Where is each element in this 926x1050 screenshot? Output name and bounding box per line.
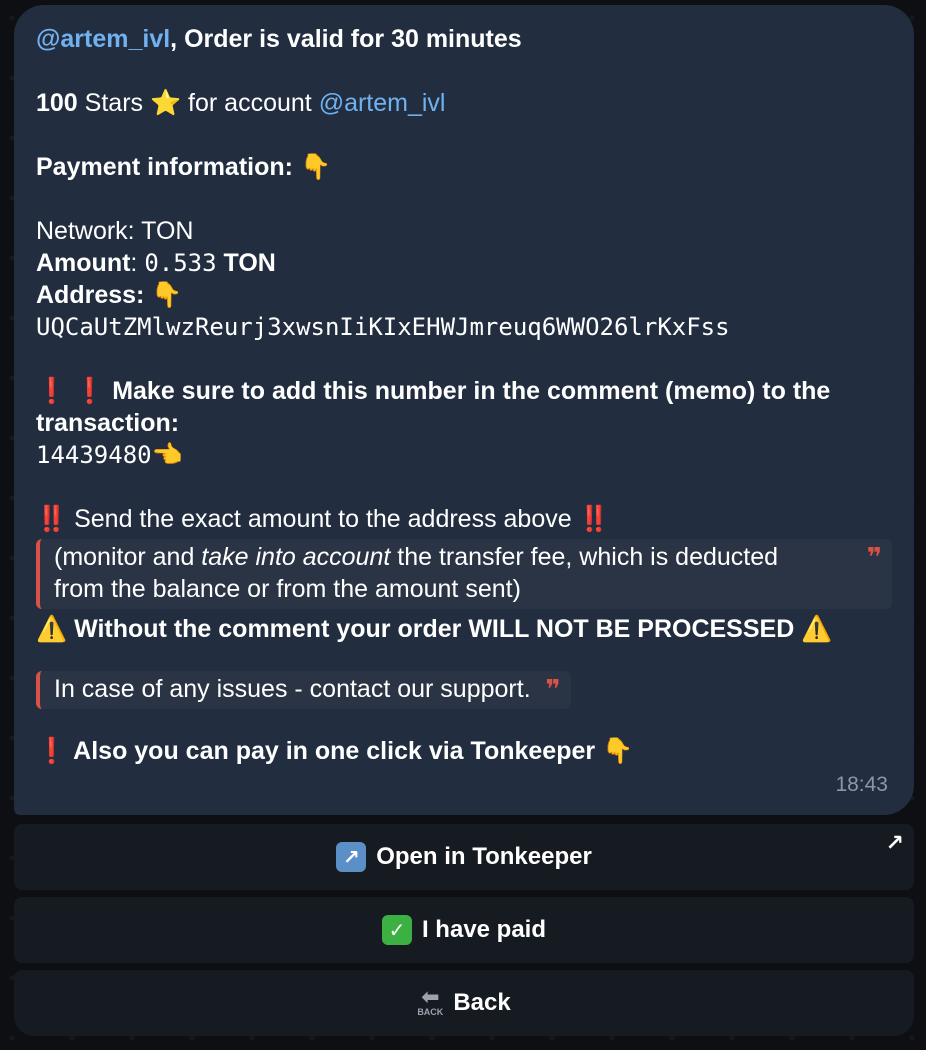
i-have-paid-label: I have paid xyxy=(421,916,547,943)
support-text: In case of any issues - contact our supp… xyxy=(54,675,531,703)
memo-number[interactable]: 14439480 xyxy=(36,441,152,469)
quote-text-part1: (monitor and xyxy=(54,543,202,571)
check-mark-icon: ✓ xyxy=(381,915,412,945)
open-in-tonkeeper-button[interactable]: ↗ Open in Tonkeeper ↗ xyxy=(14,824,914,890)
amount-colon: : xyxy=(130,249,145,277)
quote-italic-text: take into account xyxy=(201,543,391,571)
message-timestamp: 18:43 xyxy=(835,773,888,796)
back-icon-text: BACK xyxy=(417,1007,444,1017)
tonkeeper-text: Also you can pay in one click via Tonkee… xyxy=(67,737,596,765)
wallet-address[interactable]: UQCaUtZMlwzReurj3xwsnIiKIxEHWJmreuq6WWO2… xyxy=(36,311,892,343)
stars-amount: 100 xyxy=(36,89,78,117)
address-label-line: Address: 👇 xyxy=(36,279,892,311)
payment-info-line: Payment information: 👇 xyxy=(36,151,892,183)
send-exact-text: Send the exact amount to the address abo… xyxy=(67,505,579,533)
amount-line: Amount: 0.533 TON xyxy=(36,247,892,279)
account-link[interactable]: @artem_ivl xyxy=(319,89,446,117)
memo-warning-text: Make sure to add this number in the comm… xyxy=(112,377,831,405)
point-down-icon: 👇 xyxy=(299,152,332,181)
back-arrow-glyph: ⬅ xyxy=(421,984,440,1009)
arrow-up-right-icon: ↗ xyxy=(336,842,367,872)
double-exclamation-icon: ‼️ xyxy=(36,505,68,533)
address-colon: : xyxy=(136,281,145,309)
star-icon: ⭐ xyxy=(149,88,182,117)
exclamation-icon: ❗ xyxy=(36,737,68,765)
address-label: Address xyxy=(36,281,137,309)
order-validity-text: , Order is valid for 30 minutes xyxy=(170,25,522,53)
quote-mark-icon: ❞ xyxy=(545,674,561,704)
tonkeeper-line: ❗ Also you can pay in one click via Tonk… xyxy=(36,735,892,767)
stars-line: 100 Stars ⭐ for account @artem_ivl xyxy=(36,87,892,119)
point-down-icon: 👇 xyxy=(602,736,634,765)
exclamation-icon: ❗ xyxy=(74,377,106,405)
point-left-icon: 👈 xyxy=(151,440,183,469)
exclamation-icon: ❗ xyxy=(36,377,68,405)
warning-icon: ⚠️ xyxy=(36,614,68,643)
back-button[interactable]: ⬅ BACK Back xyxy=(14,970,914,1036)
memo-warning-line2: transaction: xyxy=(36,409,180,437)
amount-label: Amount xyxy=(36,249,131,277)
quote-line-2: from the balance or from the amount sent… xyxy=(54,575,521,603)
stars-word: Stars xyxy=(77,89,144,117)
memo-line: 14439480👈 xyxy=(36,439,892,471)
quote-text-part2: the transfer fee, which is deducted xyxy=(390,543,779,571)
support-blockquote: In case of any issues - contact our supp… xyxy=(36,671,571,709)
for-account-text: for account xyxy=(181,89,319,117)
without-comment-line: ⚠️ Without the comment your order WILL N… xyxy=(36,613,892,645)
payment-info-colon: : xyxy=(284,153,293,181)
quote-line-1: (monitor and take into account the trans… xyxy=(54,541,852,573)
payment-info-label: Payment information xyxy=(36,153,285,181)
amount-value[interactable]: 0.533 xyxy=(144,249,216,277)
amount-unit: TON xyxy=(216,249,276,277)
quote-mark-icon: ❞ xyxy=(866,542,882,572)
memo-warning-line1: ❗ ❗ Make sure to add this number in the … xyxy=(36,375,892,407)
back-label: Back xyxy=(453,989,511,1016)
send-exact-line: ‼️ Send the exact amount to the address … xyxy=(36,503,892,535)
double-exclamation-icon: ‼️ xyxy=(578,505,610,533)
back-arrow-icon: ⬅ BACK xyxy=(417,984,444,1018)
warning-icon: ⚠️ xyxy=(801,614,833,643)
message-bubble: @artem_ivl, Order is valid for 30 minute… xyxy=(14,5,914,815)
network-line: Network: TON xyxy=(36,217,194,245)
i-have-paid-button[interactable]: ✓ I have paid xyxy=(14,897,914,963)
external-link-icon: ↗ xyxy=(885,830,904,855)
fee-blockquote: (monitor and take into account the trans… xyxy=(36,539,892,609)
without-comment-text: Without the comment your order WILL NOT … xyxy=(67,615,802,643)
user-mention-link[interactable]: @artem_ivl xyxy=(36,25,170,53)
open-in-tonkeeper-label: Open in Tonkeeper xyxy=(376,843,592,870)
header-line: @artem_ivl, Order is valid for 30 minute… xyxy=(36,23,892,55)
point-down-icon: 👇 xyxy=(151,280,183,309)
